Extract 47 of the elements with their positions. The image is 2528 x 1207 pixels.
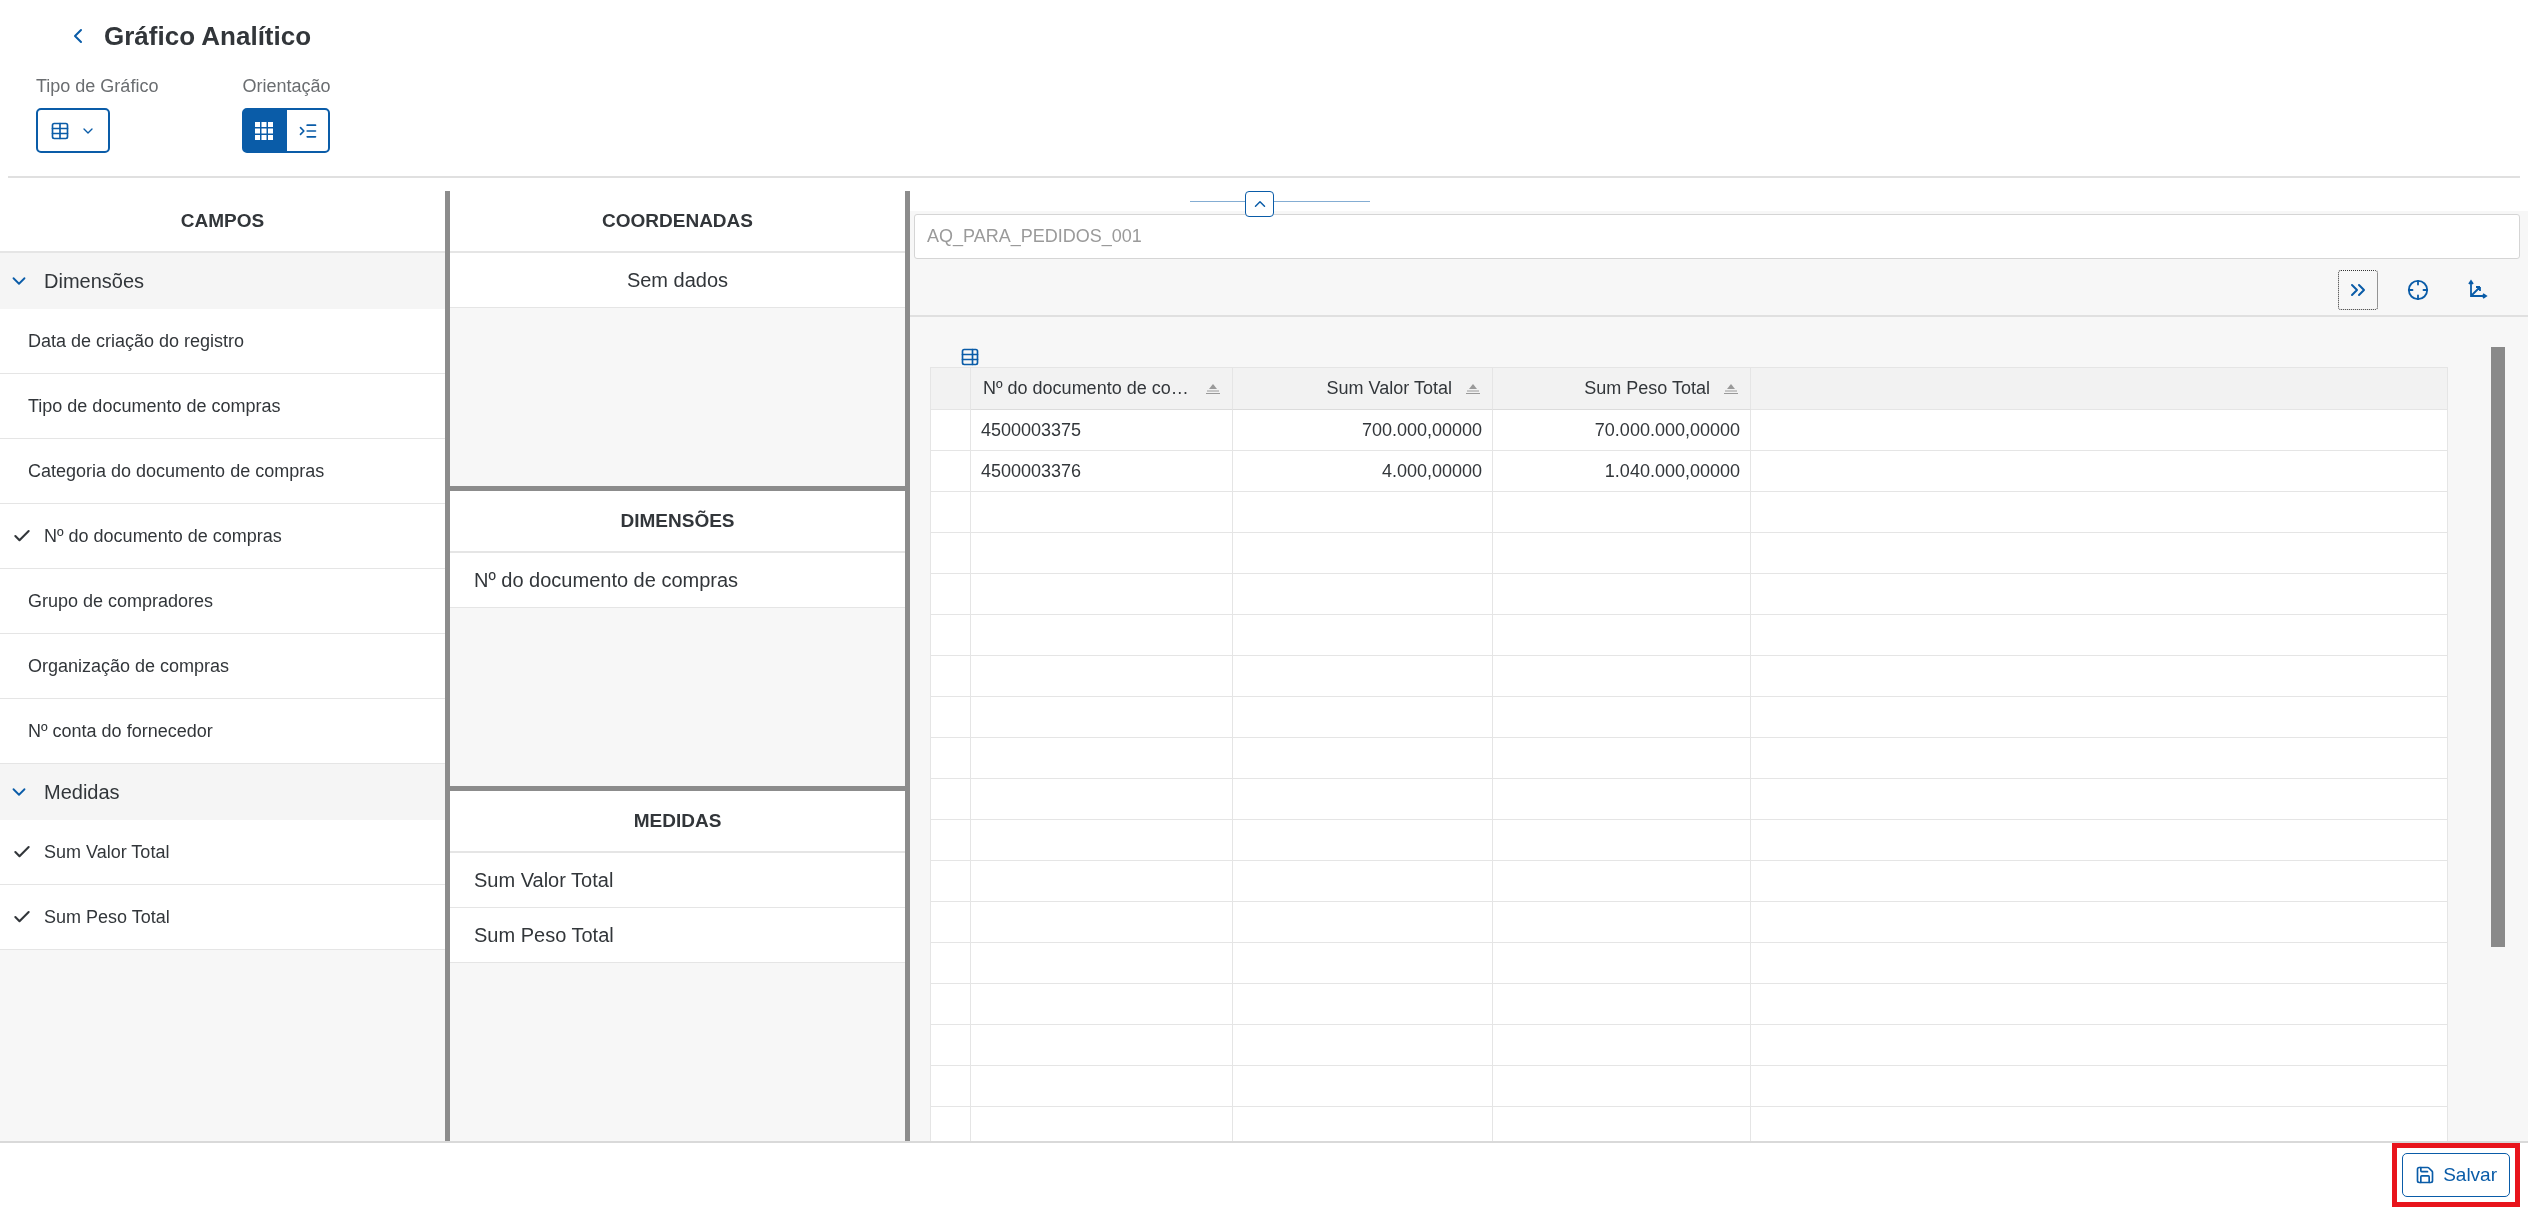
table-cell: 700.000,00000 bbox=[1233, 410, 1493, 451]
table-cell: 1.040.000,00000 bbox=[1493, 451, 1751, 492]
column-header[interactable]: Sum Valor Total bbox=[1233, 368, 1493, 410]
table-settings-icon bbox=[960, 347, 980, 367]
panel-title: CAMPOS bbox=[0, 191, 445, 253]
save-button[interactable]: Salvar bbox=[2402, 1153, 2510, 1197]
table-cell: 70.000.000,00000 bbox=[1493, 410, 1751, 451]
column-title: Nº do documento de co… bbox=[983, 378, 1189, 399]
column-title: Sum Peso Total bbox=[1584, 378, 1710, 399]
page-title: Gráfico Analítico bbox=[104, 20, 312, 52]
orientation-toggle[interactable] bbox=[286, 108, 331, 153]
column-title: Sum Valor Total bbox=[1326, 378, 1452, 399]
field-item[interactable]: Grupo de compradores bbox=[0, 569, 445, 634]
sort-icon bbox=[1466, 383, 1480, 394]
sort-icon bbox=[1724, 383, 1738, 394]
dimension-item[interactable]: Nº do documento de compras bbox=[450, 553, 905, 608]
axes-icon bbox=[2467, 279, 2489, 301]
field-item[interactable]: Data de criação do registro bbox=[0, 309, 445, 374]
empty-message: Sem dados bbox=[450, 253, 905, 308]
panel-title: MEDIDAS bbox=[450, 791, 905, 853]
measure-item[interactable]: Sum Peso Total bbox=[450, 908, 905, 963]
chart-type-label: Tipo de Gráfico bbox=[36, 76, 159, 97]
column-header[interactable]: Nº do documento de co… bbox=[971, 368, 1233, 410]
panel-title: DIMENSÕES bbox=[450, 491, 905, 553]
table-cell: 4500003376 bbox=[971, 451, 1233, 492]
table-cell: 4500003375 bbox=[971, 410, 1233, 451]
orientation-label: Orientação bbox=[242, 76, 331, 97]
chart-type-select[interactable] bbox=[36, 108, 110, 153]
measure-item[interactable]: Sum Valor Total bbox=[450, 853, 905, 908]
field-item[interactable]: Organização de compras bbox=[0, 634, 445, 699]
panel-title: COORDENADAS bbox=[450, 191, 905, 253]
orientation-toggle[interactable] bbox=[242, 108, 287, 153]
sort-icon bbox=[1206, 383, 1220, 394]
grid-icon bbox=[255, 121, 274, 140]
field-item[interactable]: Tipo de documento de compras bbox=[0, 374, 445, 439]
scrollbar[interactable] bbox=[2491, 347, 2505, 947]
field-item[interactable]: Nº do documento de compras bbox=[0, 504, 445, 569]
table-icon bbox=[50, 120, 70, 141]
field-item[interactable]: Sum Valor Total bbox=[0, 820, 445, 885]
target-icon bbox=[2407, 279, 2429, 301]
save-icon bbox=[2415, 1165, 2436, 1185]
column-header[interactable]: Sum Peso Total bbox=[1493, 368, 1751, 410]
table-cell: 4.000,00000 bbox=[1233, 451, 1493, 492]
collapse-button[interactable] bbox=[1245, 191, 1274, 217]
field-item[interactable]: Sum Peso Total bbox=[0, 885, 445, 950]
field-item[interactable]: Nº conta do fornecedor bbox=[0, 699, 445, 764]
field-item[interactable]: Categoria do documento de compras bbox=[0, 439, 445, 504]
